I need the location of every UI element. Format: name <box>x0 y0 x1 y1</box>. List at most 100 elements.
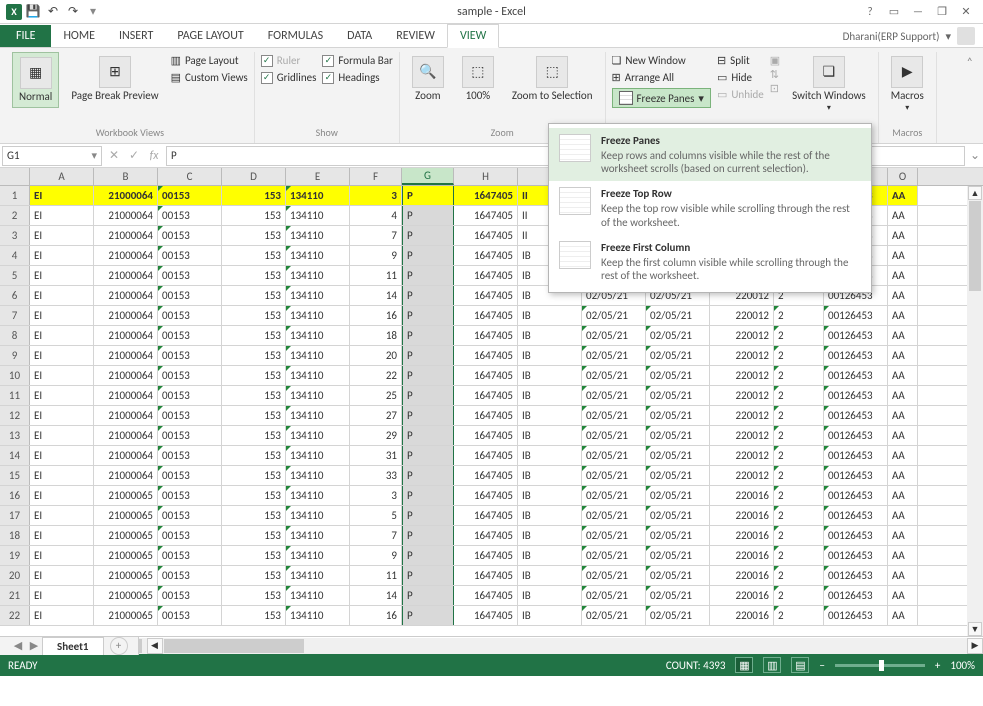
row-header[interactable]: 12 <box>0 406 30 425</box>
normal-view-icon[interactable]: ▦ <box>735 657 753 673</box>
cell[interactable]: 2 <box>774 446 824 465</box>
zoom-in-icon[interactable]: + <box>935 659 940 672</box>
cell[interactable]: 1647405 <box>454 306 518 325</box>
cell[interactable]: 02/05/21 <box>582 346 646 365</box>
row-header[interactable]: 11 <box>0 386 30 405</box>
ruler-checkbox[interactable]: ✓Ruler <box>261 54 317 67</box>
cell[interactable]: P <box>402 466 454 485</box>
cell[interactable]: 21000064 <box>94 406 158 425</box>
cell[interactable]: 134110 <box>286 566 350 585</box>
macros-button[interactable]: ▶Macros▾ <box>885 52 930 117</box>
cell[interactable]: 220012 <box>710 306 774 325</box>
cell[interactable]: 02/05/21 <box>582 526 646 545</box>
cell[interactable]: 153 <box>222 266 286 285</box>
cell[interactable]: 134110 <box>286 346 350 365</box>
cell[interactable]: 11 <box>350 566 402 585</box>
cell[interactable]: P <box>402 326 454 345</box>
tab-home[interactable]: HOME <box>51 25 107 47</box>
row-header[interactable]: 18 <box>0 526 30 545</box>
tab-review[interactable]: REVIEW <box>384 25 447 47</box>
cell[interactable]: 220012 <box>710 386 774 405</box>
cell[interactable]: 134110 <box>286 606 350 625</box>
cell[interactable]: P <box>402 246 454 265</box>
cell[interactable]: EI <box>30 586 94 605</box>
cell[interactable]: 21000064 <box>94 226 158 245</box>
cell[interactable]: IB <box>518 366 582 385</box>
column-header-O[interactable]: O <box>888 168 918 185</box>
cell[interactable]: 00126453 <box>824 406 888 425</box>
cell[interactable]: 00126453 <box>824 306 888 325</box>
cell[interactable]: AA <box>888 586 918 605</box>
cell[interactable]: 02/05/21 <box>646 526 710 545</box>
cell[interactable]: 2 <box>774 326 824 345</box>
cell[interactable]: 21000064 <box>94 306 158 325</box>
cell[interactable]: IB <box>518 586 582 605</box>
collapse-ribbon-icon[interactable]: ˄ <box>963 52 977 74</box>
cell[interactable]: 153 <box>222 286 286 305</box>
cell[interactable]: 153 <box>222 326 286 345</box>
cell[interactable]: EI <box>30 266 94 285</box>
cell[interactable]: 1647405 <box>454 346 518 365</box>
cell[interactable]: 02/05/21 <box>646 326 710 345</box>
row-header[interactable]: 14 <box>0 446 30 465</box>
cell[interactable]: EI <box>30 526 94 545</box>
zoom-slider[interactable] <box>835 664 925 667</box>
cell[interactable]: 2 <box>774 566 824 585</box>
cell[interactable]: 21000064 <box>94 186 158 205</box>
cell[interactable]: 1647405 <box>454 326 518 345</box>
cell[interactable]: AA <box>888 386 918 405</box>
cell[interactable]: AA <box>888 606 918 625</box>
cell[interactable]: EI <box>30 386 94 405</box>
row-header[interactable]: 7 <box>0 306 30 325</box>
cell[interactable]: EI <box>30 566 94 585</box>
cell[interactable]: 00153 <box>158 566 222 585</box>
freeze-panes-button[interactable]: Freeze Panes▾ <box>612 88 711 108</box>
cell[interactable]: 02/05/21 <box>582 486 646 505</box>
cell[interactable]: AA <box>888 186 918 205</box>
row-header[interactable]: 16 <box>0 486 30 505</box>
help-icon[interactable]: ? <box>859 2 881 22</box>
cell[interactable]: 00126453 <box>824 486 888 505</box>
cell[interactable]: P <box>402 486 454 505</box>
horizontal-scroll-thumb[interactable] <box>164 639 304 653</box>
cell[interactable]: P <box>402 286 454 305</box>
cell[interactable]: 2 <box>774 366 824 385</box>
cell[interactable]: 02/05/21 <box>582 386 646 405</box>
cell[interactable]: IB <box>518 606 582 625</box>
unhide-button[interactable]: ▭Unhide <box>717 88 764 101</box>
cell[interactable]: 220016 <box>710 486 774 505</box>
cell[interactable]: 00153 <box>158 246 222 265</box>
cell[interactable]: 220016 <box>710 506 774 525</box>
cell[interactable]: 02/05/21 <box>582 326 646 345</box>
cell[interactable]: 22 <box>350 366 402 385</box>
cell[interactable]: 1647405 <box>454 286 518 305</box>
fx-icon[interactable]: fx <box>144 146 164 166</box>
freeze-first-column-option[interactable]: Freeze First ColumnKeep the first column… <box>549 235 871 288</box>
cell[interactable]: 220012 <box>710 406 774 425</box>
page-break-view-icon[interactable]: ▤ <box>791 657 809 673</box>
cell[interactable]: EI <box>30 326 94 345</box>
cell[interactable]: AA <box>888 306 918 325</box>
ribbon-options-icon[interactable]: ▭ <box>883 2 905 22</box>
cell[interactable]: 00126453 <box>824 346 888 365</box>
cell[interactable]: 21000065 <box>94 526 158 545</box>
column-header-H[interactable]: H <box>454 168 518 185</box>
cell[interactable]: 2 <box>774 586 824 605</box>
new-window-button[interactable]: ❏New Window <box>612 54 711 67</box>
cell[interactable]: 2 <box>774 526 824 545</box>
cell[interactable]: 00153 <box>158 306 222 325</box>
cell[interactable]: EI <box>30 466 94 485</box>
cell[interactable]: P <box>402 546 454 565</box>
cell[interactable]: 21000064 <box>94 366 158 385</box>
sheet-tab-sheet1[interactable]: Sheet1 <box>42 637 104 655</box>
new-sheet-button[interactable]: + <box>110 637 128 655</box>
cell[interactable]: 02/05/21 <box>646 486 710 505</box>
column-header-F[interactable]: F <box>350 168 402 185</box>
cell[interactable]: 153 <box>222 506 286 525</box>
cell[interactable]: 02/05/21 <box>582 366 646 385</box>
cell[interactable]: 00153 <box>158 326 222 345</box>
cell[interactable]: 2 <box>774 306 824 325</box>
row-header[interactable]: 15 <box>0 466 30 485</box>
cell[interactable]: 2 <box>774 606 824 625</box>
tab-split-handle[interactable] <box>139 639 147 653</box>
